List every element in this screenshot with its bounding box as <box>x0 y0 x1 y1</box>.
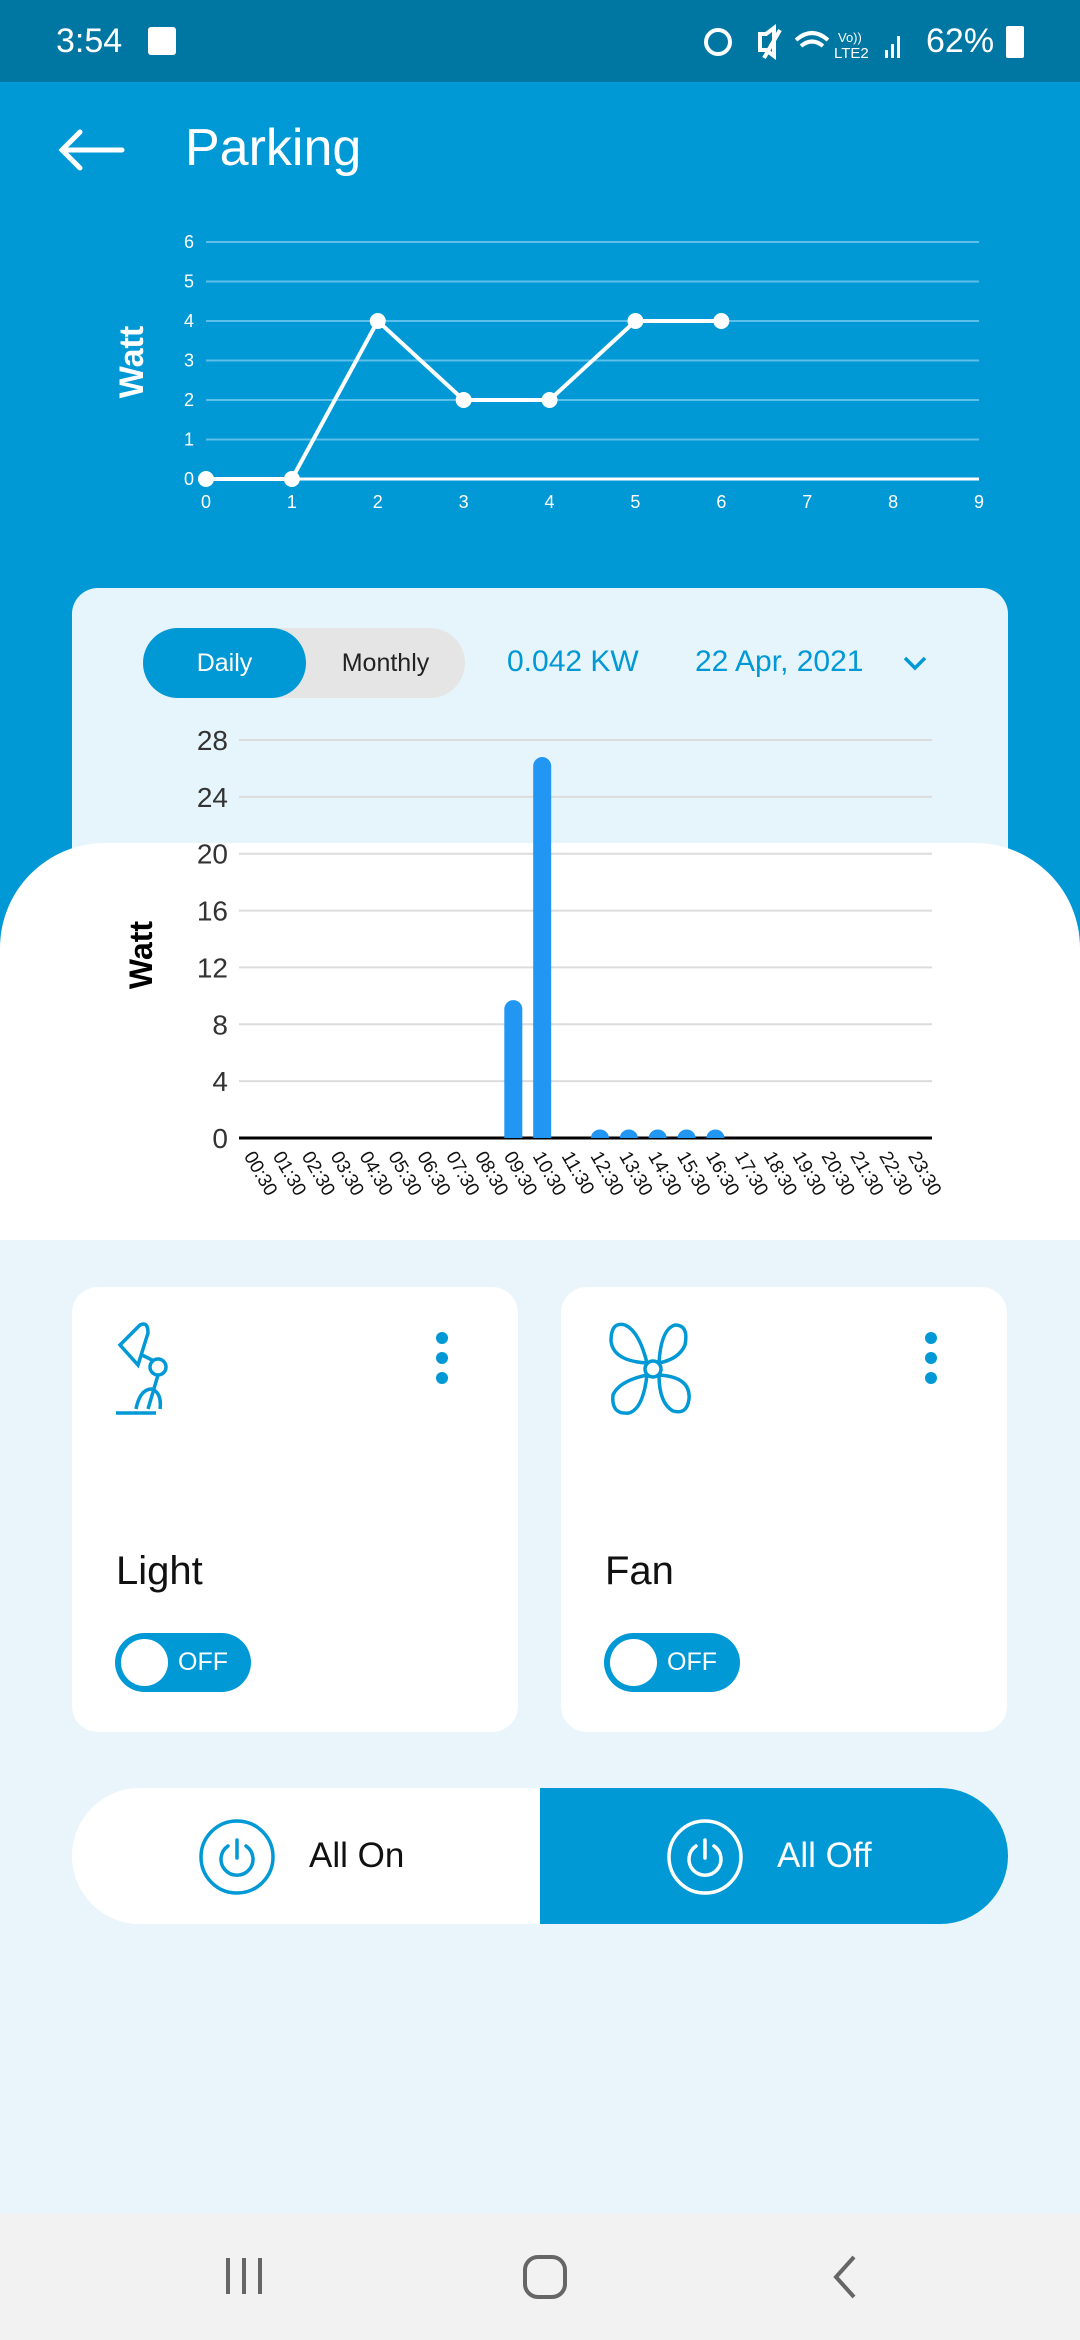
device-name: Fan <box>605 1549 674 1593</box>
power-icon <box>667 1819 743 1895</box>
bar-chart: 0481216202428Watt00:3001:3002:3003:3004:… <box>123 725 945 1200</box>
y-tick-label: 12 <box>197 952 228 983</box>
device-card-light[interactable]: Light OFF <box>72 1287 518 1732</box>
back-nav-button[interactable] <box>830 2254 860 2300</box>
bar <box>590 1129 609 1138</box>
recent-apps-button[interactable] <box>222 2256 266 2296</box>
bar <box>648 1129 667 1138</box>
light-toggle[interactable]: OFF <box>115 1633 251 1692</box>
y-tick-label: 20 <box>197 839 228 870</box>
bar <box>706 1129 725 1138</box>
all-controls: All On All Off <box>72 1788 1008 1924</box>
device-card-fan[interactable]: Fan OFF <box>561 1287 1007 1732</box>
home-button[interactable] <box>522 2254 568 2300</box>
fan-toggle[interactable]: OFF <box>604 1633 740 1692</box>
y-tick-label: 24 <box>197 782 228 813</box>
y-tick-label: 16 <box>197 896 228 927</box>
bar <box>619 1129 638 1138</box>
all-on-button[interactable]: All On <box>72 1788 540 1924</box>
power-icon <box>199 1819 275 1895</box>
all-off-button[interactable]: All Off <box>540 1788 1008 1924</box>
bar <box>533 757 552 1138</box>
more-options-icon[interactable] <box>925 1332 939 1392</box>
y-tick-label: 8 <box>212 1009 228 1040</box>
device-name: Light <box>116 1549 203 1593</box>
y-tick-label: 0 <box>212 1123 228 1154</box>
bar <box>677 1129 696 1138</box>
y-tick-label: 28 <box>197 725 228 756</box>
more-options-icon[interactable] <box>436 1332 450 1392</box>
desk-lamp-icon <box>116 1322 168 1415</box>
fan-icon <box>609 1322 691 1415</box>
bar <box>504 1000 523 1138</box>
y-tick-label: 4 <box>212 1066 228 1097</box>
navigation-bar <box>0 2214 1080 2340</box>
y-axis-label: Watt <box>123 921 159 989</box>
